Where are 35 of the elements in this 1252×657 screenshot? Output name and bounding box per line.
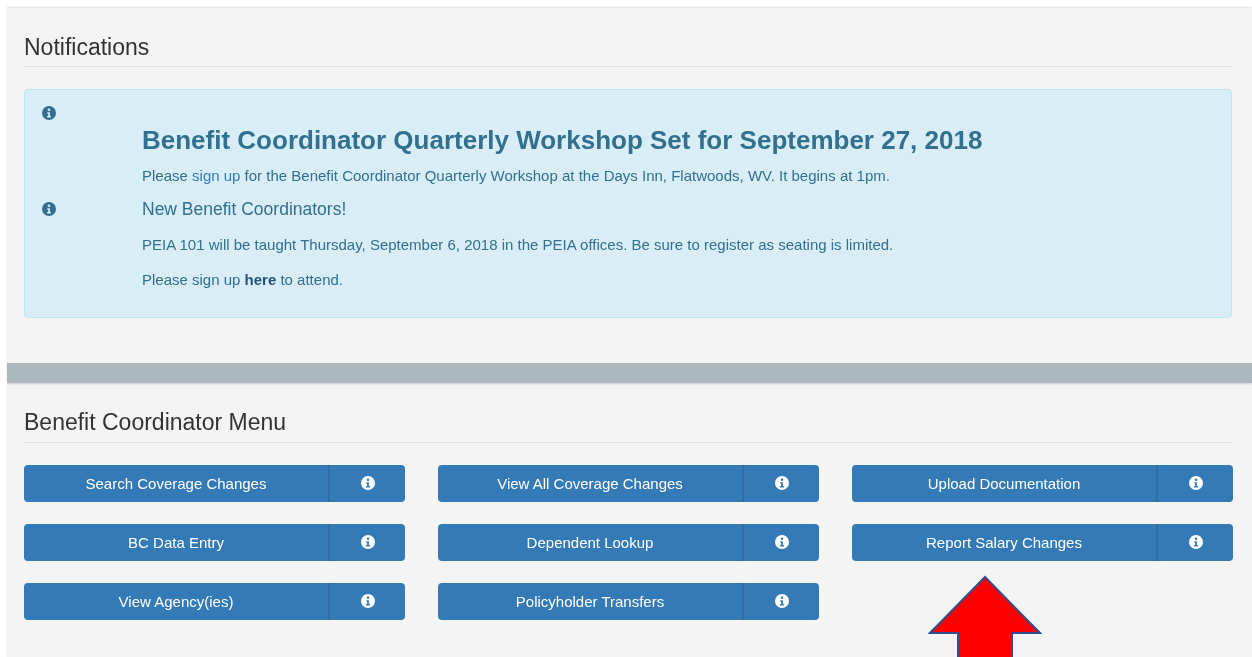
notice-title: New Benefit Coordinators! [142, 199, 348, 219]
notice-title: Benefit Coordinator Quarterly Workshop Set for September 27, 2018 [142, 126, 984, 155]
info-button[interactable] [744, 464, 819, 502]
info-button[interactable] [1158, 523, 1233, 561]
info-button[interactable] [330, 582, 405, 620]
section-heading: Benefit Coordinator Menu [24, 410, 1232, 443]
link[interactable]: sign up [192, 166, 241, 184]
info-button[interactable] [330, 523, 405, 561]
info-icon [360, 594, 375, 609]
section-heading: Notifications [24, 35, 1232, 68]
menu-button[interactable]: Policyholder Transfers [438, 582, 744, 620]
menu-button[interactable]: Dependent Lookup [438, 523, 744, 561]
menu-button[interactable]: Search Coverage Changes [24, 464, 330, 502]
notice-text: PEIA 101 will be taught Thursday, September 6, 2018 in the PEIA offices. Be sure to register as seating is limited. [142, 235, 895, 255]
menu-button[interactable]: View Agency(ies) [24, 582, 330, 620]
menu-button[interactable]: Report Salary Changes [852, 523, 1158, 561]
notice-text: Please sign up here to attend. [142, 270, 344, 290]
info-icon [42, 106, 56, 121]
info-button[interactable] [744, 582, 819, 620]
notice-text: Please sign up for the Benefit Coordinator Quarterly Workshop at the Days Inn, Flatwoods, WV. It begins at 1pm. [142, 166, 891, 186]
info-button[interactable] [1158, 464, 1233, 502]
info-icon [42, 201, 56, 216]
info-icon [360, 535, 375, 550]
info-button[interactable] [330, 464, 405, 502]
menu-button[interactable]: Upload Documentation [852, 464, 1158, 502]
info-icon [1188, 535, 1203, 550]
info-icon [774, 594, 789, 609]
info-button[interactable] [744, 523, 819, 561]
info-icon [774, 535, 789, 550]
info-icon [1188, 476, 1203, 491]
info-icon [360, 476, 375, 491]
info-icon [774, 476, 789, 491]
link[interactable]: here [244, 270, 277, 288]
menu-button[interactable]: View All Coverage Changes [438, 464, 744, 502]
menu-button[interactable]: BC Data Entry [24, 523, 330, 561]
